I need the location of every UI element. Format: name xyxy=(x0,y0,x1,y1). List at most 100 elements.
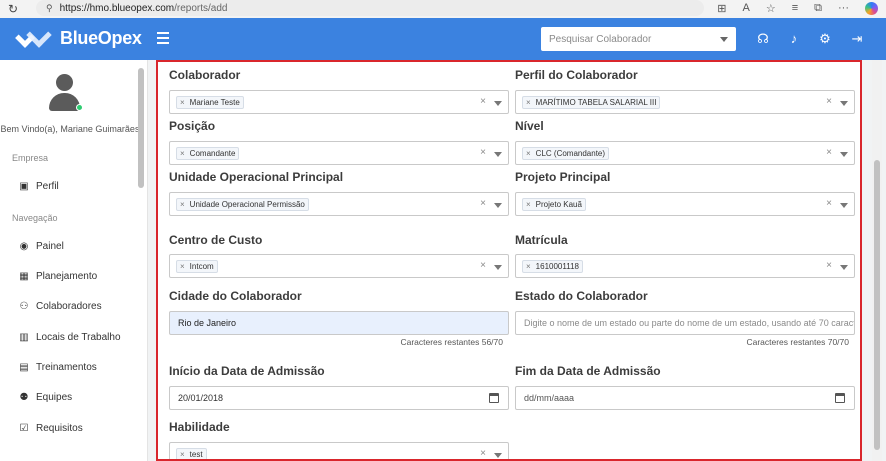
menu-toggle-icon[interactable] xyxy=(157,32,169,47)
more-icon[interactable]: ··· xyxy=(838,2,849,14)
tag-label: Mariane Teste xyxy=(189,98,240,107)
estado-input[interactable]: Digite o nome de um estado ou parte do n… xyxy=(515,311,855,335)
briefcase-icon: ▣ xyxy=(19,181,29,192)
welcome-text: Bem Vindo(a), Mariane Guimarães xyxy=(0,124,140,134)
site-info-icon[interactable]: ⚲ xyxy=(46,3,53,14)
sidebar-item-perfil[interactable]: ▣ Perfil xyxy=(18,181,59,192)
chevron-down-icon[interactable] xyxy=(494,203,502,208)
apps-icon[interactable]: ⊞ xyxy=(717,2,726,15)
clear-icon[interactable]: × xyxy=(480,448,486,459)
selected-tag: × Unidade Operacional Permissão xyxy=(176,198,309,211)
fim-admissao-date[interactable]: dd/mm/aaaa xyxy=(515,386,855,410)
clear-icon[interactable]: × xyxy=(826,198,832,209)
brand-logo[interactable]: BlueOpex xyxy=(15,22,142,50)
clear-icon[interactable]: × xyxy=(826,147,832,158)
posicao-select[interactable]: × Comandante × xyxy=(169,141,509,165)
habilidade-select[interactable]: × test × xyxy=(169,442,509,459)
remove-tag-icon[interactable]: × xyxy=(526,98,531,107)
cidade-char-counter: Caracteres restantes 56/70 xyxy=(400,337,503,347)
section-navigation: Navegação xyxy=(12,213,58,223)
app-header: BlueOpex Pesquisar Colaborador ☊ ♪ ⚙ ⇥ xyxy=(0,18,886,60)
training-icon: ▤ xyxy=(19,362,29,373)
sidebar-item-equipes[interactable]: ⚉ Equipes xyxy=(18,392,73,403)
clear-icon[interactable]: × xyxy=(480,96,486,107)
team-icon: ⚉ xyxy=(19,392,29,403)
read-aloud-icon[interactable]: A xyxy=(743,2,750,14)
collections-icon[interactable]: ⧉ xyxy=(814,2,822,15)
matricula-select[interactable]: × 1610001118 × xyxy=(515,254,855,278)
sidebar-item-label: Equipes xyxy=(36,392,73,403)
chevron-down-icon[interactable] xyxy=(494,152,502,157)
sidebar-item-treinamentos[interactable]: ▤ Treinamentos xyxy=(18,362,97,373)
remove-tag-icon[interactable]: × xyxy=(526,149,531,158)
clear-icon[interactable]: × xyxy=(480,198,486,209)
bell-icon[interactable]: ♪ xyxy=(786,31,802,46)
sidebar: Bem Vindo(a), Mariane Guimarães Empresa … xyxy=(0,60,148,461)
cidade-input[interactable]: Rio de Janeiro xyxy=(169,311,509,335)
colaborador-select[interactable]: × Mariane Teste × xyxy=(169,90,509,114)
chevron-down-icon[interactable] xyxy=(840,152,848,157)
selected-tag: × Comandante xyxy=(176,147,240,160)
selected-tag: × Intcom xyxy=(176,260,218,273)
logout-icon[interactable]: ⇥ xyxy=(849,31,865,47)
brand-name: BlueOpex xyxy=(60,27,142,48)
sidebar-item-label: Locais de Trabalho xyxy=(36,332,121,343)
sidebar-item-locais[interactable]: ▥ Locais de Trabalho xyxy=(18,332,121,343)
support-headset-icon[interactable]: ☊ xyxy=(755,31,771,47)
projeto-select[interactable]: × Projeto Kauã × xyxy=(515,192,855,216)
chevron-down-icon xyxy=(720,37,728,42)
sidebar-item-requisitos[interactable]: ☑ Requisitos xyxy=(18,423,83,434)
tag-label: 1610001118 xyxy=(535,262,579,271)
sidebar-item-planejamento[interactable]: ▦ Planejamento xyxy=(18,271,97,282)
nivel-select[interactable]: × CLC (Comandante) × xyxy=(515,141,855,165)
colaborador-label: Colaborador xyxy=(169,68,241,82)
inicio-admissao-value: 20/01/2018 xyxy=(178,393,224,403)
remove-tag-icon[interactable]: × xyxy=(180,450,185,459)
sidebar-scrollbar[interactable] xyxy=(138,68,144,188)
favorite-star-icon[interactable]: ☆ xyxy=(766,2,776,15)
fim-admissao-placeholder: dd/mm/aaaa xyxy=(524,393,575,403)
address-bar[interactable]: ⚲ https://hmo.blueopex.com/reports/add xyxy=(36,0,704,16)
sidebar-item-label: Treinamentos xyxy=(36,362,97,373)
unidade-select[interactable]: × Unidade Operacional Permissão × xyxy=(169,192,509,216)
calendar-icon[interactable] xyxy=(489,393,499,403)
projeto-label: Projeto Principal xyxy=(515,170,611,184)
clear-icon[interactable]: × xyxy=(826,260,832,271)
perfil-select[interactable]: × MARÍTIMO TABELA SALARIAL III × xyxy=(515,90,855,114)
inicio-admissao-date[interactable]: 20/01/2018 xyxy=(169,386,509,410)
centro-custo-label: Centro de Custo xyxy=(169,233,263,247)
copilot-icon[interactable] xyxy=(865,1,878,15)
remove-tag-icon[interactable]: × xyxy=(180,200,185,209)
chevron-down-icon[interactable] xyxy=(494,101,502,106)
remove-tag-icon[interactable]: × xyxy=(180,98,185,107)
gear-icon[interactable]: ⚙ xyxy=(817,31,833,47)
clear-icon[interactable]: × xyxy=(480,260,486,271)
clear-icon[interactable]: × xyxy=(480,147,486,158)
clear-icon[interactable]: × xyxy=(826,96,832,107)
remove-tag-icon[interactable]: × xyxy=(526,262,531,271)
dashboard-icon: ◉ xyxy=(19,241,29,252)
avatar[interactable] xyxy=(48,74,83,112)
page-scrollbar-thumb[interactable] xyxy=(874,160,880,450)
chevron-down-icon[interactable] xyxy=(840,203,848,208)
remove-tag-icon[interactable]: × xyxy=(180,149,185,158)
chevron-down-icon[interactable] xyxy=(494,265,502,270)
chevron-down-icon[interactable] xyxy=(840,265,848,270)
reload-icon[interactable]: ↻ xyxy=(0,2,26,16)
checkbox-icon: ☑ xyxy=(19,423,29,434)
centro-custo-select[interactable]: × Intcom × xyxy=(169,254,509,278)
favorites-icon[interactable]: ≡ xyxy=(792,2,798,14)
employee-search-select[interactable]: Pesquisar Colaborador xyxy=(541,27,736,51)
chevron-down-icon[interactable] xyxy=(494,453,502,458)
users-icon: ⚇ xyxy=(19,301,29,312)
chevron-down-icon[interactable] xyxy=(840,101,848,106)
remove-tag-icon[interactable]: × xyxy=(526,200,531,209)
sidebar-item-label: Perfil xyxy=(36,181,59,192)
sidebar-item-label: Colaboradores xyxy=(36,301,102,312)
section-company: Empresa xyxy=(12,153,49,163)
calendar-icon[interactable] xyxy=(835,393,845,403)
habilidade-label: Habilidade xyxy=(169,420,230,434)
sidebar-item-painel[interactable]: ◉ Painel xyxy=(18,241,64,252)
sidebar-item-colaboradores[interactable]: ⚇ Colaboradores xyxy=(18,301,102,312)
remove-tag-icon[interactable]: × xyxy=(180,262,185,271)
